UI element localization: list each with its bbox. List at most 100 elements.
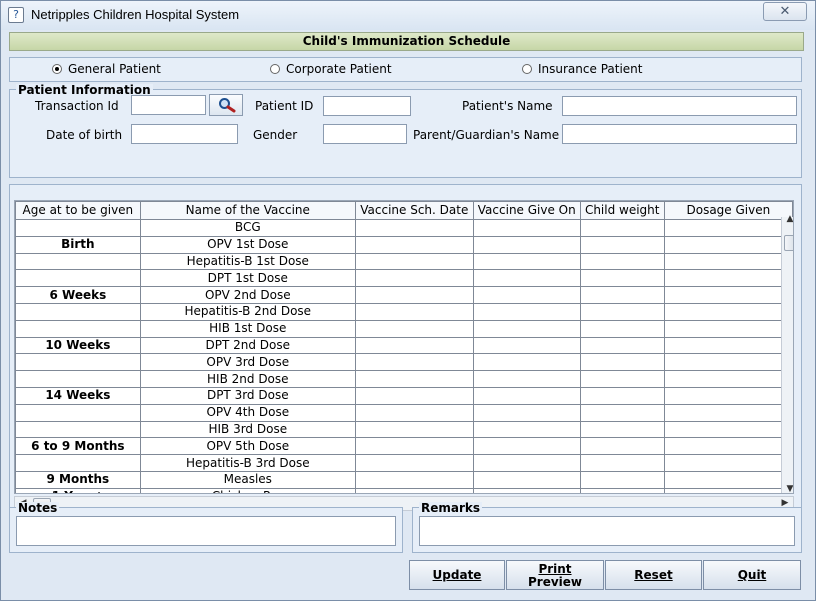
given-on-cell[interactable] bbox=[472, 454, 581, 472]
given-on-cell[interactable] bbox=[472, 370, 581, 388]
patient-id-input[interactable] bbox=[323, 96, 411, 116]
radio-corporate-patient[interactable]: Corporate Patient bbox=[270, 62, 392, 76]
child-weight-cell[interactable] bbox=[579, 370, 665, 388]
child-weight-cell[interactable] bbox=[579, 269, 665, 288]
given-on-cell[interactable] bbox=[472, 286, 581, 304]
reset-button[interactable]: Reset bbox=[605, 560, 702, 590]
given-on-cell[interactable] bbox=[472, 319, 581, 338]
table-row[interactable]: HIB 1st Dose bbox=[15, 319, 793, 338]
table-row[interactable]: HIB 3rd Dose bbox=[15, 420, 793, 439]
given-on-cell[interactable] bbox=[472, 487, 581, 493]
vaccine-cell[interactable]: HIB 2nd Dose bbox=[139, 370, 356, 388]
age-cell[interactable]: 14 Weeks bbox=[15, 386, 141, 405]
age-cell[interactable] bbox=[15, 353, 141, 372]
dosage-given-cell[interactable] bbox=[663, 235, 793, 254]
scroll-up-arrow-icon[interactable]: ▲ bbox=[782, 214, 793, 224]
column-header-given-on[interactable]: Vaccine Give On bbox=[472, 201, 581, 220]
vaccine-cell[interactable]: Hepatitis-B 3rd Dose bbox=[139, 454, 356, 472]
dosage-given-cell[interactable] bbox=[663, 386, 793, 405]
vertical-scrollbar[interactable]: ▲ ▼ bbox=[781, 214, 793, 493]
vaccine-cell[interactable]: Chicken Pox bbox=[139, 487, 356, 493]
given-on-cell[interactable] bbox=[472, 219, 581, 237]
vaccine-cell[interactable]: Hepatitis-B 1st Dose bbox=[139, 252, 356, 271]
given-on-cell[interactable] bbox=[472, 420, 581, 439]
given-on-cell[interactable] bbox=[472, 470, 581, 489]
given-on-cell[interactable] bbox=[472, 336, 581, 355]
child-weight-cell[interactable] bbox=[579, 437, 665, 456]
table-row[interactable]: 10 Weeks DPT 2nd Dose bbox=[15, 336, 793, 355]
remarks-textarea[interactable] bbox=[419, 516, 795, 546]
age-cell[interactable] bbox=[15, 370, 141, 388]
sch-date-cell[interactable] bbox=[354, 370, 474, 388]
given-on-cell[interactable] bbox=[472, 269, 581, 288]
vaccine-cell[interactable]: DPT 2nd Dose bbox=[139, 336, 356, 355]
child-weight-cell[interactable] bbox=[579, 302, 665, 321]
dosage-given-cell[interactable] bbox=[663, 219, 793, 237]
table-row[interactable]: OPV 4th Dose bbox=[15, 403, 793, 422]
dosage-given-cell[interactable] bbox=[663, 454, 793, 472]
table-row[interactable]: HIB 2nd Dose bbox=[15, 370, 793, 388]
age-cell[interactable]: Birth bbox=[15, 235, 141, 254]
age-cell[interactable]: 6 Weeks bbox=[15, 286, 141, 304]
sch-date-cell[interactable] bbox=[354, 219, 474, 237]
column-header-age[interactable]: Age at to be given bbox=[15, 201, 141, 220]
age-cell[interactable] bbox=[15, 269, 141, 288]
given-on-cell[interactable] bbox=[472, 235, 581, 254]
notes-textarea[interactable] bbox=[16, 516, 396, 546]
sch-date-cell[interactable] bbox=[354, 470, 474, 489]
sch-date-cell[interactable] bbox=[354, 235, 474, 254]
age-cell[interactable] bbox=[15, 420, 141, 439]
sch-date-cell[interactable] bbox=[354, 403, 474, 422]
search-button[interactable] bbox=[209, 94, 243, 116]
dosage-given-cell[interactable] bbox=[663, 252, 793, 271]
table-row[interactable]: 6 Weeks OPV 2nd Dose bbox=[15, 286, 793, 304]
vaccine-cell[interactable]: DPT 1st Dose bbox=[139, 269, 356, 288]
dosage-given-cell[interactable] bbox=[663, 437, 793, 456]
dosage-given-cell[interactable] bbox=[663, 336, 793, 355]
print-preview-button[interactable]: Print Preview bbox=[506, 560, 604, 590]
given-on-cell[interactable] bbox=[472, 386, 581, 405]
sch-date-cell[interactable] bbox=[354, 336, 474, 355]
quit-button[interactable]: Quit bbox=[703, 560, 801, 590]
table-row[interactable]: Hepatitis-B 1st Dose bbox=[15, 252, 793, 271]
table-row[interactable]: 9 Months Measles bbox=[15, 470, 793, 489]
sch-date-cell[interactable] bbox=[354, 319, 474, 338]
child-weight-cell[interactable] bbox=[579, 235, 665, 254]
given-on-cell[interactable] bbox=[472, 437, 581, 456]
vaccine-cell[interactable]: HIB 1st Dose bbox=[139, 319, 356, 338]
age-cell[interactable]: 9 Months bbox=[15, 470, 141, 489]
vaccine-cell[interactable]: OPV 4th Dose bbox=[139, 403, 356, 422]
sch-date-cell[interactable] bbox=[354, 353, 474, 372]
child-weight-cell[interactable] bbox=[579, 219, 665, 237]
age-cell[interactable] bbox=[15, 252, 141, 271]
vaccine-cell[interactable]: Hepatitis-B 2nd Dose bbox=[139, 302, 356, 321]
age-cell[interactable] bbox=[15, 319, 141, 338]
age-cell[interactable]: 6 to 9 Months bbox=[15, 437, 141, 456]
table-row[interactable]: BCG bbox=[15, 219, 793, 237]
vaccine-cell[interactable]: OPV 1st Dose bbox=[139, 235, 356, 254]
table-row[interactable]: DPT 1st Dose bbox=[15, 269, 793, 288]
sch-date-cell[interactable] bbox=[354, 487, 474, 493]
vaccine-cell[interactable]: DPT 3rd Dose bbox=[139, 386, 356, 405]
age-cell[interactable] bbox=[15, 219, 141, 237]
dosage-given-cell[interactable] bbox=[663, 403, 793, 422]
schedule-grid[interactable]: Age at to be given Name of the Vaccine V… bbox=[14, 200, 794, 494]
column-header-child-weight[interactable]: Child weight bbox=[579, 201, 665, 220]
given-on-cell[interactable] bbox=[472, 353, 581, 372]
child-weight-cell[interactable] bbox=[579, 487, 665, 493]
age-cell[interactable] bbox=[15, 454, 141, 472]
child-weight-cell[interactable] bbox=[579, 420, 665, 439]
radio-insurance-patient[interactable]: Insurance Patient bbox=[522, 62, 642, 76]
table-row[interactable]: Hepatitis-B 3rd Dose bbox=[15, 454, 793, 472]
dosage-given-cell[interactable] bbox=[663, 420, 793, 439]
patient-name-input[interactable] bbox=[562, 96, 797, 116]
sch-date-cell[interactable] bbox=[354, 302, 474, 321]
dosage-given-cell[interactable] bbox=[663, 269, 793, 288]
dosage-given-cell[interactable] bbox=[663, 286, 793, 304]
close-button[interactable]: ✕ bbox=[763, 2, 807, 21]
sch-date-cell[interactable] bbox=[354, 252, 474, 271]
child-weight-cell[interactable] bbox=[579, 470, 665, 489]
child-weight-cell[interactable] bbox=[579, 319, 665, 338]
column-header-vaccine[interactable]: Name of the Vaccine bbox=[139, 201, 356, 220]
vaccine-cell[interactable]: OPV 3rd Dose bbox=[139, 353, 356, 372]
